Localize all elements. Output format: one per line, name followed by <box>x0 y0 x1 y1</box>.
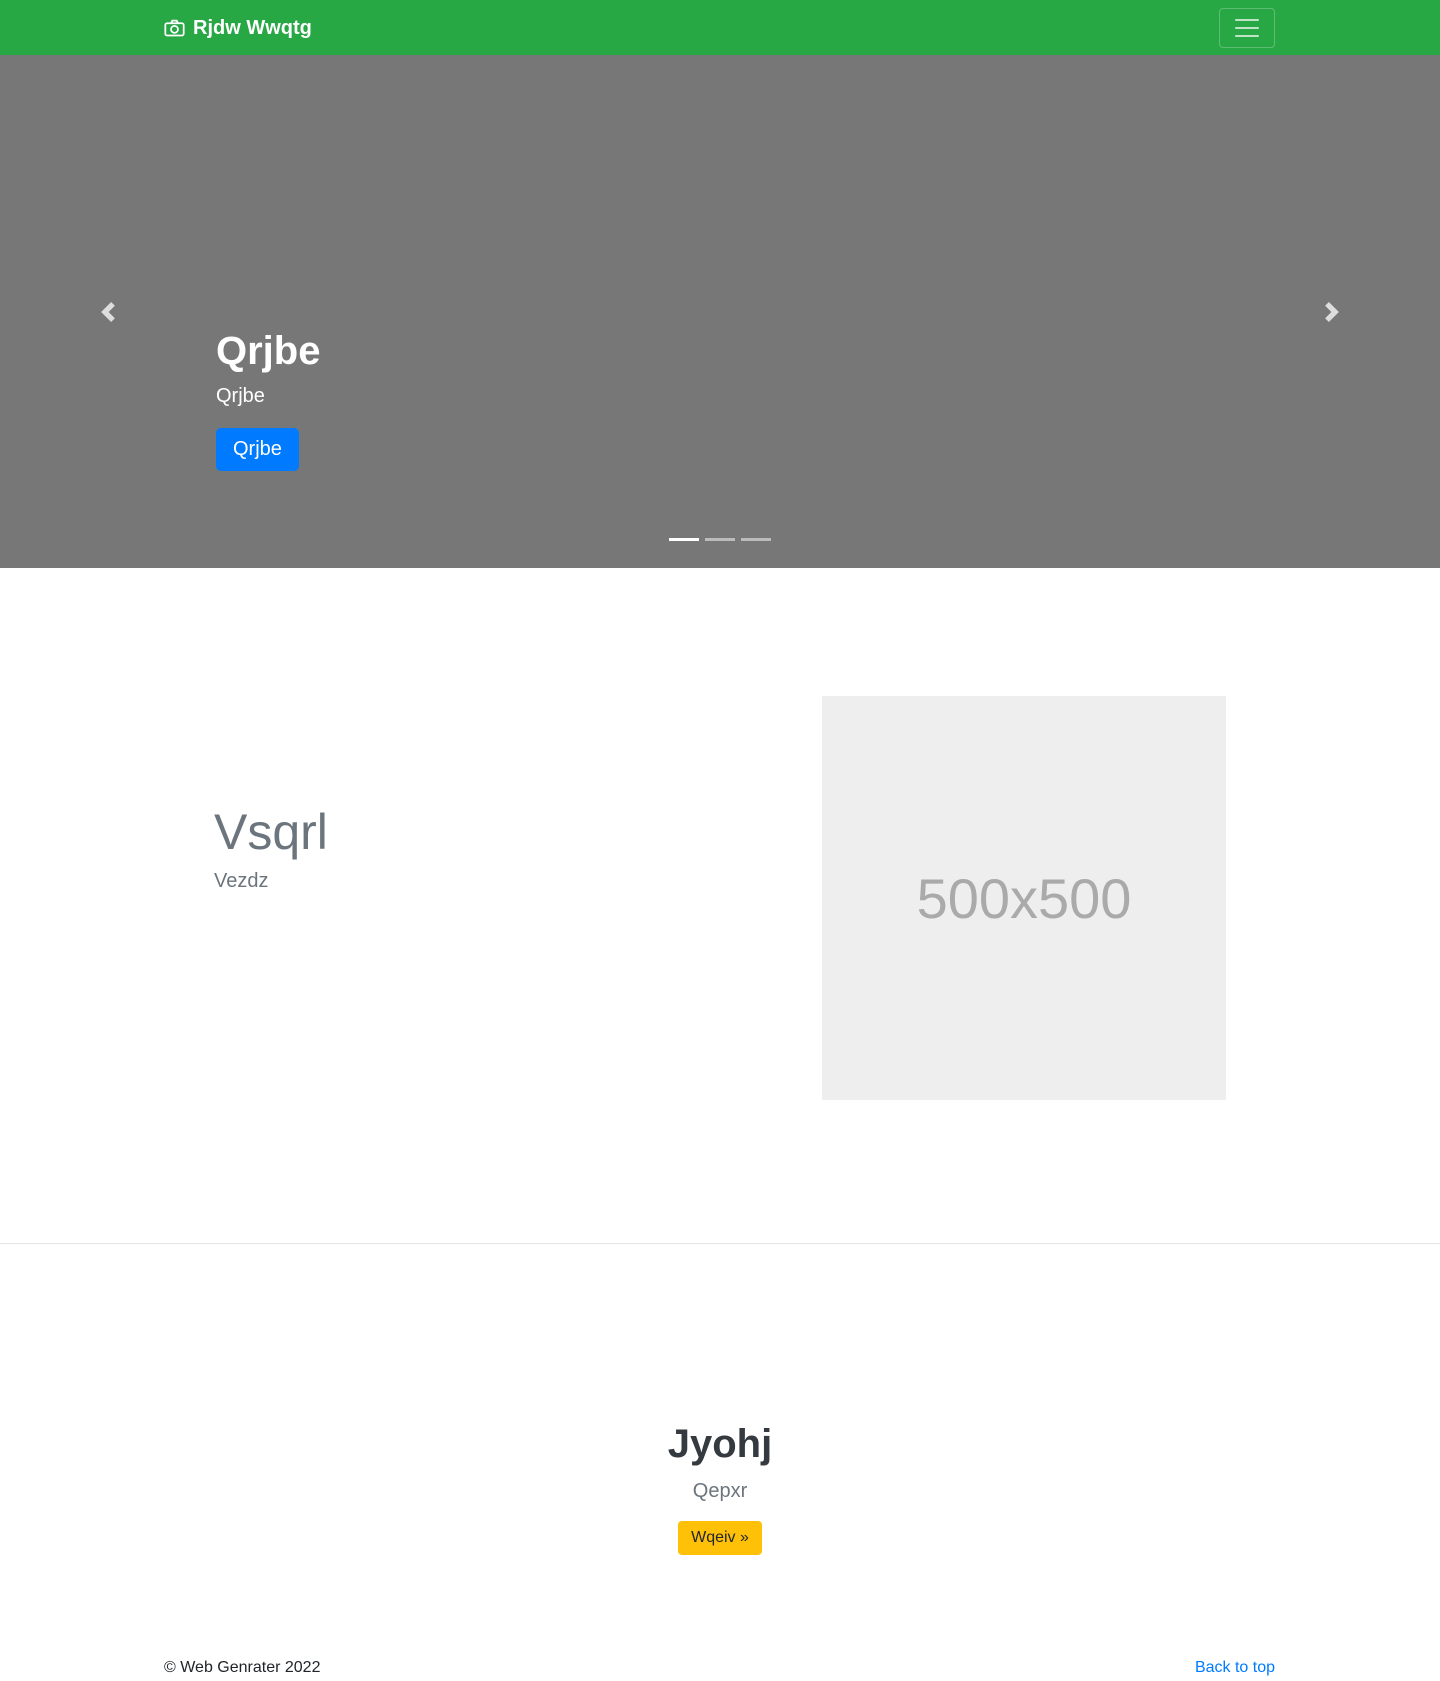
carousel-caption: Qrjbe Qrjbe Qrjbe <box>216 327 320 471</box>
brand-link[interactable]: Rjdw Wwqtg <box>164 14 312 42</box>
featurette-lead: Vezdz <box>214 870 269 892</box>
navbar: Rjdw Wwqtg <box>0 0 1440 55</box>
navbar-toggler-button[interactable] <box>1219 8 1275 48</box>
brand-text: Rjdw Wwqtg <box>193 16 312 39</box>
carousel-title: Qrjbe <box>216 329 321 373</box>
section-divider <box>0 1243 1440 1244</box>
back-to-top-link[interactable]: Back to top <box>1195 1659 1275 1677</box>
placeholder-image-label: 500x500 <box>916 866 1132 930</box>
carousel-prev-button[interactable] <box>0 55 216 568</box>
cta-button[interactable]: Wqeiv » <box>678 1521 762 1555</box>
carousel-indicator-3[interactable] <box>741 538 771 541</box>
footer-copyright: © Web Genrater 2022 <box>164 1659 321 1676</box>
carousel-indicators <box>669 538 777 541</box>
featurette-heading: Vsqrl <box>214 804 328 860</box>
carousel-subtitle: Qrjbe <box>216 385 265 407</box>
hamburger-icon <box>1235 19 1259 37</box>
carousel-next-button[interactable] <box>1224 55 1440 568</box>
cta-section: Jyohj Qepxr Wqeiv » <box>0 1420 1440 1555</box>
cta-text: Qepxr <box>692 1480 748 1502</box>
carousel-indicator-2[interactable] <box>705 538 735 541</box>
cta-heading: Jyohj <box>667 1422 773 1466</box>
placeholder-image: 500x500 <box>822 696 1226 1100</box>
carousel-indicator-1[interactable] <box>669 538 699 541</box>
camera-icon <box>164 19 185 37</box>
carousel-cta-button[interactable]: Qrjbe <box>216 428 299 471</box>
hero-carousel: Qrjbe Qrjbe Qrjbe <box>0 55 1440 568</box>
chevron-left-icon <box>101 301 115 322</box>
chevron-right-icon <box>1325 301 1339 322</box>
